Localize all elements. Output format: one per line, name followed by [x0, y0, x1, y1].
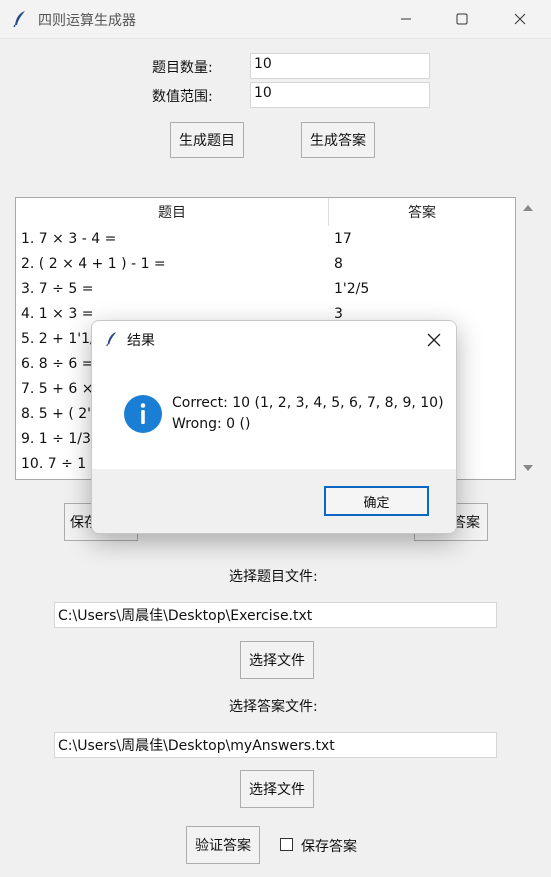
question-cell: 10. 7 ÷ 1 [21, 456, 87, 472]
question-cell: 6. 8 ÷ 6 = [21, 356, 94, 372]
scroll-down-arrow-icon[interactable] [521, 462, 535, 474]
column-header-question[interactable]: 题目 [16, 198, 328, 226]
count-label: 题目数量: [152, 60, 213, 76]
table-row[interactable]: 3. 7 ÷ 5 = 1'2/5 [16, 278, 515, 303]
window-title: 四则运算生成器 [38, 13, 136, 29]
answer-cell: 1'2/5 [334, 281, 370, 297]
close-icon [514, 13, 526, 25]
exercise-file-label: 选择题目文件: [229, 569, 318, 585]
choose-exercise-file-button[interactable]: 选择文件 [240, 641, 314, 679]
minimize-icon [401, 18, 411, 20]
wrong-result-text: Wrong: 0 () [172, 416, 251, 432]
question-cell: 7. 5 + 6 × [21, 381, 94, 397]
question-cell: 4. 1 × 3 = [21, 306, 94, 322]
count-input[interactable]: 10 [250, 53, 430, 79]
result-dialog: 结果 Correct: 10 (1, 2, 3, 4, 5, 6, 7, 8, … [91, 320, 457, 534]
answer-file-label: 选择答案文件: [229, 699, 318, 715]
answer-cell: 17 [334, 231, 352, 247]
feather-icon [13, 11, 25, 28]
table-header: 题目 答案 [16, 198, 515, 226]
ok-button[interactable]: 确定 [324, 486, 429, 516]
question-cell: 9. 1 ÷ 1/3 [21, 431, 91, 447]
answer-file-input[interactable]: C:\Users\周晨佳\Desktop\myAnswers.txt [54, 732, 497, 758]
dialog-titlebar: 结果 [92, 321, 456, 359]
close-button[interactable] [497, 0, 543, 38]
maximize-icon [456, 13, 468, 25]
choose-answer-file-button[interactable]: 选择文件 [240, 770, 314, 808]
correct-result-text: Correct: 10 (1, 2, 3, 4, 5, 6, 7, 8, 9, … [172, 395, 444, 411]
dialog-body: Correct: 10 (1, 2, 3, 4, 5, 6, 7, 8, 9, … [92, 359, 456, 469]
save-answers-checkbox[interactable] [280, 838, 293, 851]
exercise-file-input[interactable]: C:\Users\周晨佳\Desktop\Exercise.txt [54, 602, 497, 628]
question-cell: 8. 5 + ( 2' [21, 406, 92, 422]
close-icon[interactable] [427, 333, 441, 347]
question-cell: 5. 2 + 1'1/ [21, 331, 95, 347]
info-icon [124, 395, 162, 433]
scroll-up-arrow-icon[interactable] [521, 202, 535, 214]
minimize-button[interactable] [383, 0, 429, 38]
generate-answers-button[interactable]: 生成答案 [301, 122, 375, 158]
range-input[interactable]: 10 [250, 82, 430, 108]
window-titlebar: 四则运算生成器 [0, 0, 551, 39]
maximize-button[interactable] [439, 0, 485, 38]
range-label: 数值范围: [152, 89, 213, 105]
verify-answers-button[interactable]: 验证答案 [186, 826, 260, 864]
table-row[interactable]: 2. ( 2 × 4 + 1 ) - 1 = 8 [16, 253, 515, 278]
generate-questions-button[interactable]: 生成题目 [170, 122, 244, 158]
answer-cell: 8 [334, 256, 343, 272]
table-row[interactable]: 1. 7 × 3 - 4 = 17 [16, 228, 515, 253]
question-cell: 3. 7 ÷ 5 = [21, 281, 94, 297]
save-answers-checkbox-label[interactable]: 保存答案 [301, 836, 357, 856]
dialog-footer: 确定 [92, 469, 456, 533]
question-cell: 1. 7 × 3 - 4 = [21, 231, 117, 247]
question-cell: 2. ( 2 × 4 + 1 ) - 1 = [21, 256, 166, 272]
column-header-answer[interactable]: 答案 [329, 198, 515, 226]
feather-icon [106, 332, 117, 347]
dialog-title: 结果 [127, 333, 155, 349]
